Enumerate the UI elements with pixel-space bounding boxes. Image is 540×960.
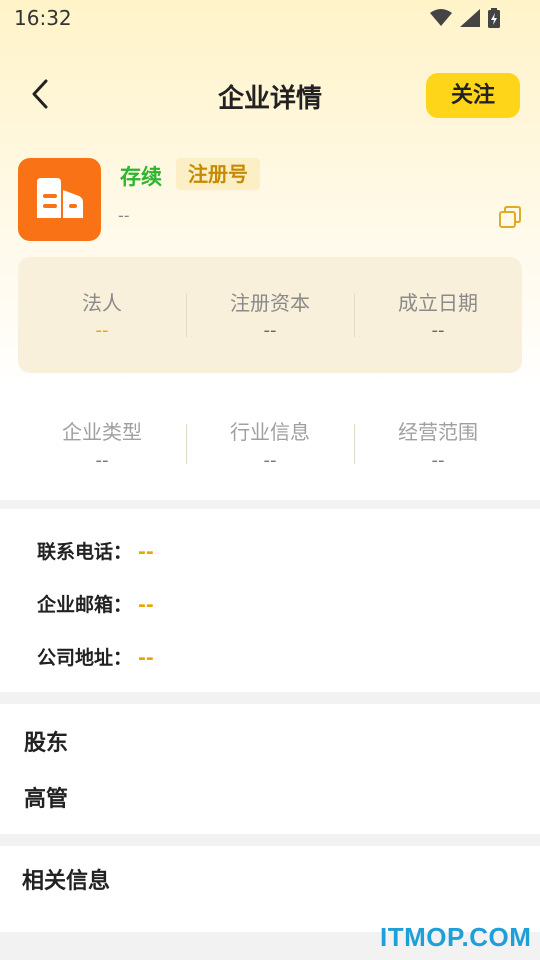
- type-label: 企业类型: [62, 420, 142, 444]
- contact-label: 企业邮箱：: [37, 594, 133, 616]
- type-value: --: [95, 450, 109, 471]
- summary-label: 成立日期: [398, 291, 478, 315]
- wifi-icon: [430, 9, 452, 31]
- status-time: 16:32: [14, 6, 72, 30]
- type-label: 经营范围: [398, 420, 478, 444]
- follow-button[interactable]: 关注: [426, 73, 520, 118]
- contact-section: 联系电话： -- 企业邮箱： -- 公司地址： --: [0, 509, 540, 692]
- contact-value: --: [138, 541, 154, 563]
- copy-icon[interactable]: [498, 205, 522, 229]
- summary-card: 法人 -- 注册资本 -- 成立日期 --: [18, 257, 522, 373]
- reg-number-value: --: [118, 206, 130, 225]
- contact-label: 公司地址：: [37, 647, 133, 669]
- contact-value: --: [138, 647, 154, 669]
- related-info-title[interactable]: 相关信息: [22, 863, 110, 895]
- summary-value: --: [263, 320, 277, 341]
- company-logo: [18, 158, 101, 241]
- signal-icon: [460, 9, 480, 31]
- contact-address[interactable]: 公司地址： --: [37, 643, 154, 670]
- contact-phone[interactable]: 联系电话： --: [37, 537, 154, 564]
- watermark-logo: ITMOP.COM: [380, 922, 532, 952]
- summary-legal-person[interactable]: 法人 --: [18, 257, 186, 373]
- people-section: 股东 高管: [0, 704, 540, 834]
- status-badge: 存续: [120, 165, 162, 189]
- contact-label: 联系电话：: [37, 541, 133, 563]
- type-value: --: [263, 450, 277, 471]
- summary-label: 注册资本: [230, 291, 310, 315]
- contact-email[interactable]: 企业邮箱： --: [37, 590, 154, 617]
- type-label: 行业信息: [230, 420, 310, 444]
- executives-item[interactable]: 高管: [24, 781, 68, 813]
- summary-value: --: [95, 320, 109, 341]
- reg-number-badge: 注册号: [176, 158, 260, 190]
- shareholders-item[interactable]: 股东: [24, 725, 68, 757]
- battery-charging-icon: [488, 8, 500, 32]
- summary-value: --: [431, 320, 445, 341]
- status-bar: 16:32: [0, 0, 540, 36]
- summary-label: 法人: [82, 291, 122, 315]
- building-icon: [35, 176, 85, 224]
- summary-established-date: 成立日期 --: [354, 257, 522, 373]
- contact-value: --: [138, 594, 154, 616]
- related-section: 相关信息: [0, 846, 540, 932]
- company-types-section: 企业类型 -- 行业信息 -- 经营范围 --: [0, 388, 540, 500]
- status-icons: [430, 8, 500, 32]
- summary-registered-capital: 注册资本 --: [186, 257, 354, 373]
- type-value: --: [431, 450, 445, 471]
